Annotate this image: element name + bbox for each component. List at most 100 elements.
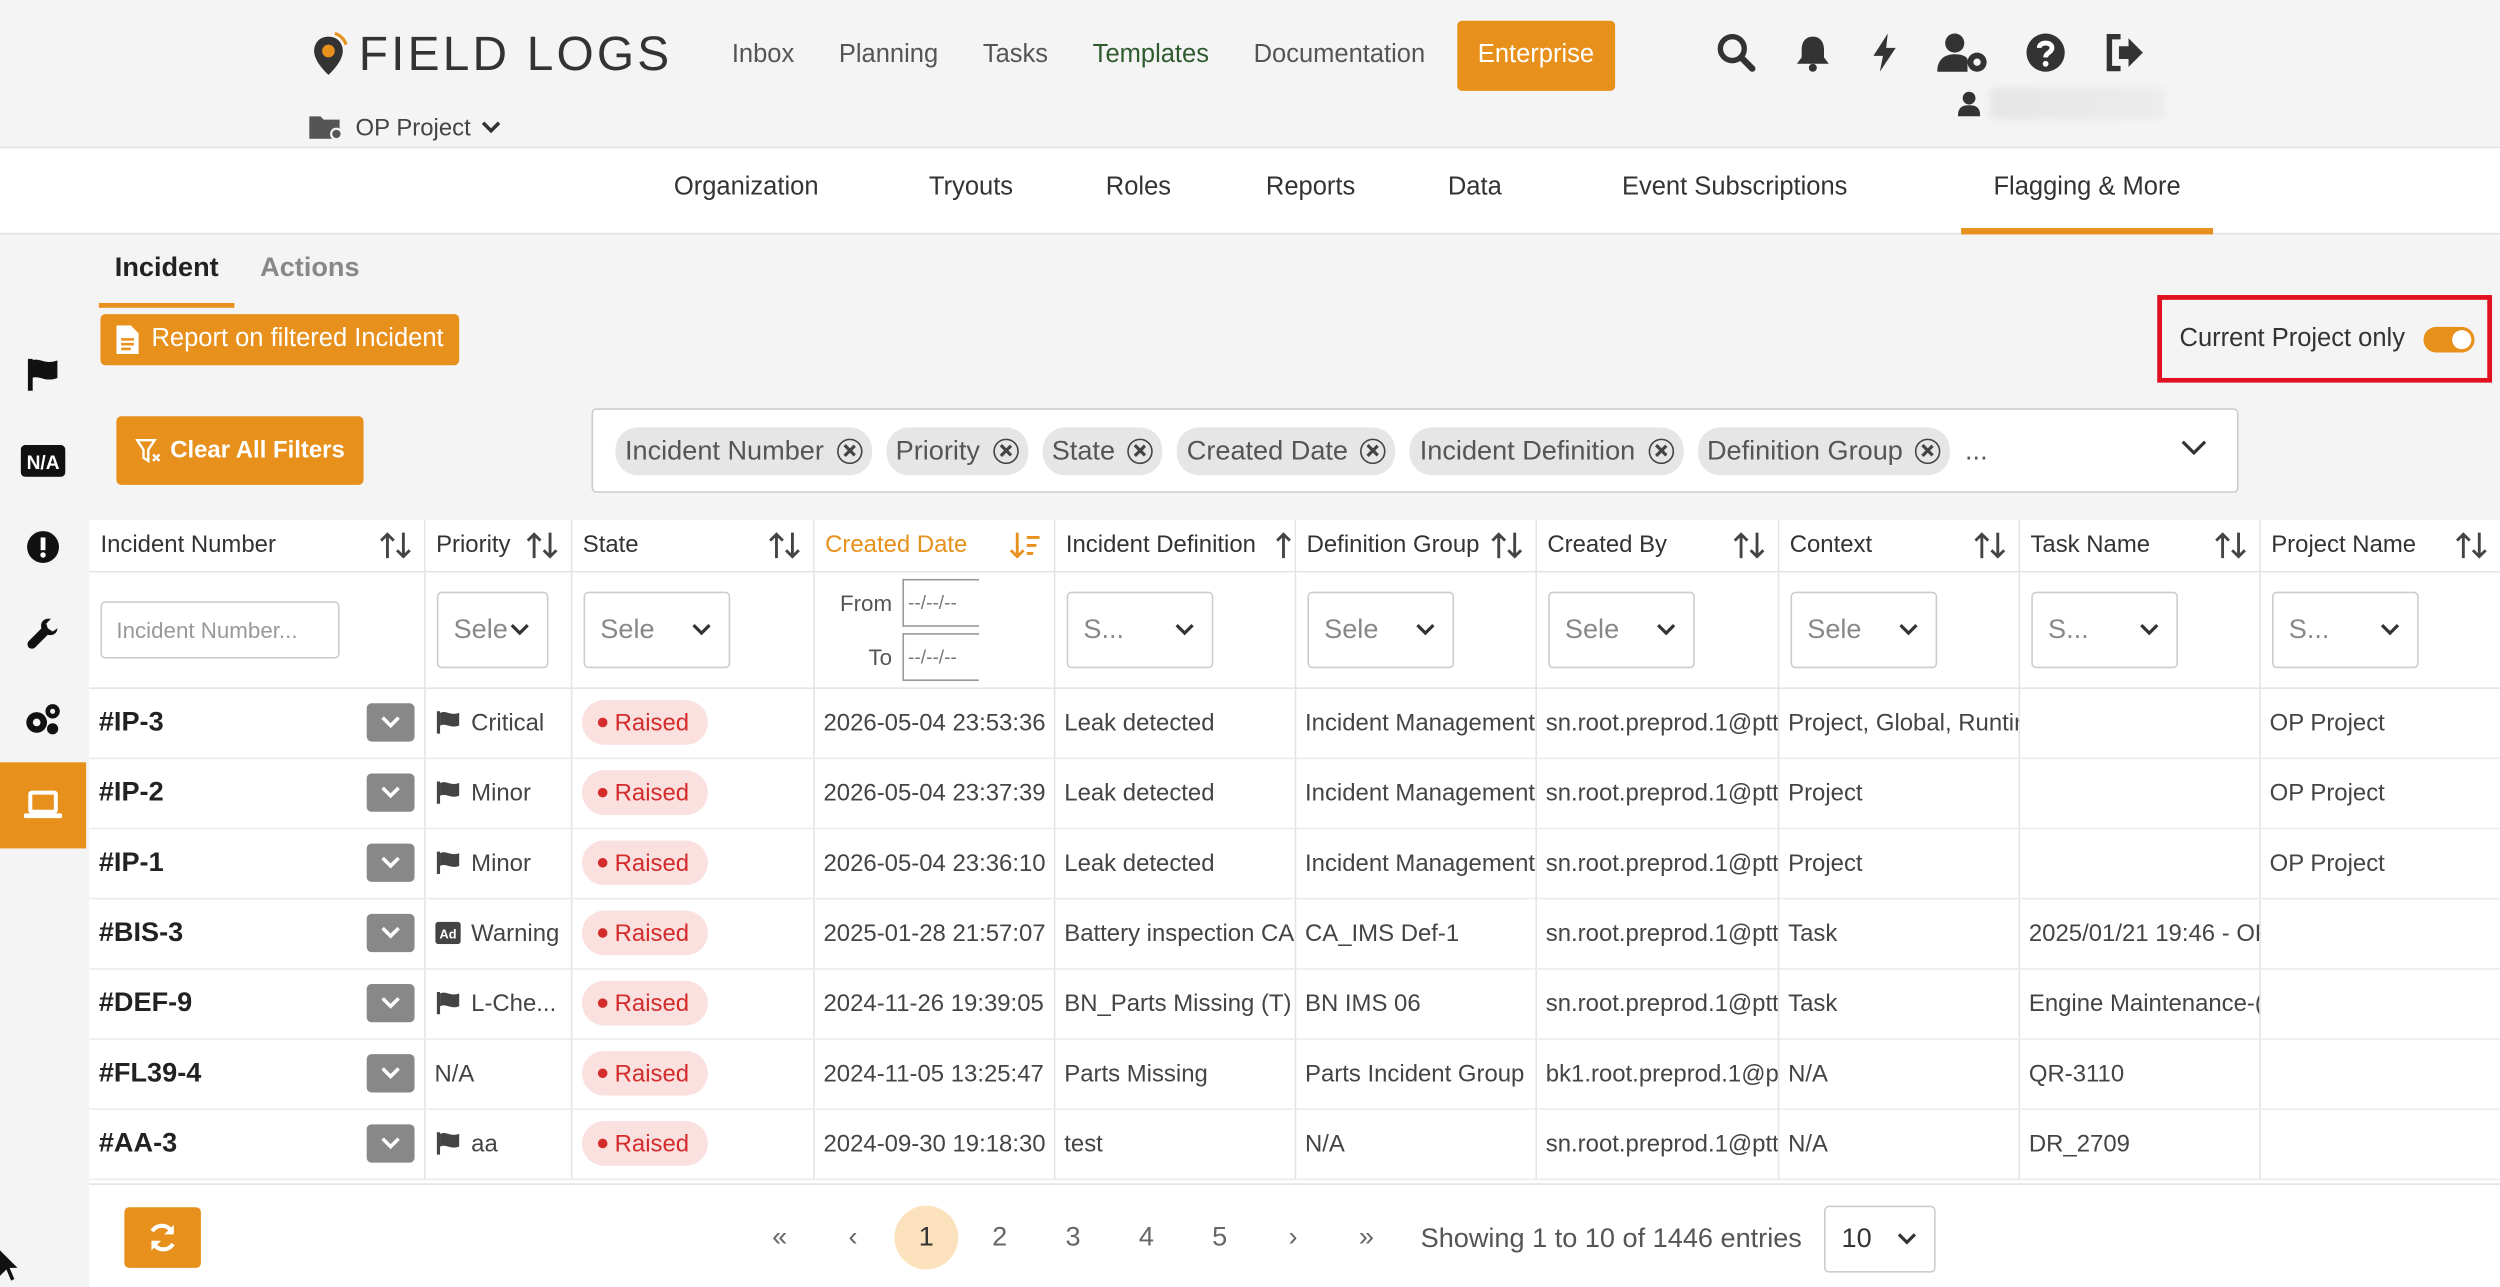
search-icon[interactable] (1716, 32, 1757, 73)
cell-incident-number[interactable]: #IP-1 (89, 827, 425, 899)
chip-priority[interactable]: Priority (886, 426, 1028, 475)
subnav-data[interactable]: Data (1441, 148, 1508, 234)
col-definition-group[interactable]: Definition Group (1294, 519, 1537, 572)
remove-chip-icon[interactable] (1915, 437, 1942, 464)
sort-icon[interactable] (379, 531, 411, 560)
sort-asc-icon[interactable] (1275, 531, 1291, 560)
cell-incident-number[interactable]: #FL39-4 (89, 1038, 425, 1110)
incident-id[interactable]: #DEF-9 (99, 987, 192, 1019)
column-chips-select[interactable]: Incident Number Priority State Created D… (591, 408, 2239, 493)
sidebar-alert[interactable] (0, 504, 86, 590)
table-row[interactable]: #BIS-3 Ad Warning Raised 2025-01-28 21:57:07… (89, 897, 2500, 969)
sidebar-na[interactable]: N/A (0, 418, 86, 504)
incident-id[interactable]: #IP-3 (99, 706, 164, 738)
incident-id[interactable]: #IP-1 (99, 847, 164, 879)
next-page-button[interactable]: › (1256, 1206, 1329, 1270)
table-row[interactable]: #IP-2 Minor Raised 2026-05-04 23:37:39 Leak … (89, 757, 2500, 829)
cell-incident-number[interactable]: #AA-3 (89, 1108, 425, 1180)
sort-desc-icon[interactable] (1008, 531, 1040, 560)
subnav-reports[interactable]: Reports (1258, 148, 1363, 234)
sort-icon[interactable] (2455, 531, 2487, 560)
table-row[interactable]: #FL39-4 N/A Raised 2024-11-05 13:25:47 Parts… (89, 1038, 2500, 1110)
lightning-icon[interactable] (1869, 32, 1901, 73)
logout-icon[interactable] (2103, 32, 2144, 73)
user-settings-icon[interactable] (1937, 32, 1988, 73)
nav-inbox[interactable]: Inbox (710, 21, 817, 91)
subnav-organization[interactable]: Organization (666, 148, 825, 234)
subnav-flagging-more[interactable]: Flagging & More (1961, 148, 2214, 235)
context-filter-select[interactable]: Sele (1789, 590, 1937, 668)
sidebar-settings[interactable] (0, 676, 86, 762)
remove-chip-icon[interactable] (1127, 437, 1154, 464)
table-row[interactable]: #DEF-9 L-Che... Raised 2024-11-26 19:39:05 B… (89, 968, 2500, 1040)
sort-icon[interactable] (1490, 531, 1522, 560)
remove-chip-icon[interactable] (1360, 437, 1387, 464)
logo[interactable]: FIELD LOGS (308, 29, 673, 83)
col-priority[interactable]: Priority (424, 519, 572, 572)
help-icon[interactable] (2025, 32, 2066, 73)
page-4[interactable]: 4 (1110, 1206, 1183, 1270)
sidebar-desktop[interactable] (0, 762, 87, 849)
col-state[interactable]: State (570, 519, 814, 572)
sort-icon[interactable] (525, 531, 557, 560)
sort-icon[interactable] (768, 531, 800, 560)
subnav-event-subscriptions[interactable]: Event Subscriptions (1610, 148, 1859, 234)
chip-created-date[interactable]: Created Date (1177, 426, 1396, 475)
sidebar-tools[interactable] (0, 590, 86, 676)
incident-id[interactable]: #AA-3 (99, 1128, 177, 1160)
tab-actions[interactable]: Actions (244, 236, 375, 308)
project-filter-select[interactable]: S... (2271, 590, 2418, 668)
clear-all-filters-button[interactable]: Clear All Filters (116, 416, 364, 485)
chevron-down-icon[interactable] (2180, 437, 2209, 459)
date-to-input[interactable]: --/--/-- (901, 632, 979, 681)
cell-incident-number[interactable]: #BIS-3 (89, 897, 425, 969)
chip-incident-number[interactable]: Incident Number (615, 426, 872, 475)
nav-planning[interactable]: Planning (817, 21, 961, 91)
tab-incident[interactable]: Incident (98, 236, 235, 308)
cell-incident-number[interactable]: #IP-2 (89, 757, 425, 829)
report-filtered-button[interactable]: Report on filtered Incident (100, 314, 460, 366)
date-from-input[interactable]: --/--/-- (901, 578, 979, 626)
sort-icon[interactable] (2214, 531, 2246, 560)
incident-number-filter-input[interactable]: Incident Number... (100, 600, 340, 658)
sort-icon[interactable] (1732, 531, 1764, 560)
col-created-by[interactable]: Created By (1535, 519, 1779, 572)
row-actions-button[interactable] (365, 913, 414, 953)
page-3[interactable]: 3 (1036, 1206, 1109, 1270)
task-filter-select[interactable]: S... (2030, 590, 2178, 668)
chip-definition-group[interactable]: Definition Group (1697, 426, 1951, 475)
table-row[interactable]: #AA-3 aa Raised 2024-09-30 19:18:30 test N/A s… (89, 1108, 2500, 1180)
last-page-button[interactable]: » (1330, 1206, 1403, 1270)
col-context[interactable]: Context (1777, 519, 2020, 572)
current-project-toggle[interactable] (2424, 326, 2476, 352)
refresh-button[interactable] (124, 1207, 201, 1268)
priority-filter-select[interactable]: Sele (436, 590, 548, 668)
col-incident-definition[interactable]: Incident Definition (1053, 519, 1296, 572)
first-page-button[interactable]: « (743, 1206, 816, 1270)
table-row[interactable]: #IP-1 Minor Raised 2026-05-04 23:36:10 Leak … (89, 827, 2500, 899)
definition-filter-select[interactable]: S... (1065, 590, 1213, 668)
col-incident-number[interactable]: Incident Number (89, 519, 425, 572)
page-5[interactable]: 5 (1183, 1206, 1256, 1270)
col-created-date[interactable]: Created Date (813, 519, 1055, 572)
row-actions-button[interactable] (365, 1124, 414, 1163)
cell-incident-number[interactable]: #IP-3 (89, 687, 425, 759)
row-actions-button[interactable] (365, 983, 414, 1023)
row-actions-button[interactable] (365, 703, 414, 742)
remove-chip-icon[interactable] (836, 437, 863, 464)
page-2[interactable]: 2 (963, 1206, 1036, 1270)
prev-page-button[interactable]: ‹ (816, 1206, 889, 1270)
incident-id[interactable]: #BIS-3 (99, 917, 183, 949)
group-filter-select[interactable]: Sele (1306, 590, 1454, 668)
sort-icon[interactable] (1973, 531, 2005, 560)
user-info[interactable] (1957, 87, 2166, 120)
table-row[interactable]: #IP-3 Critical Raised 2026-05-04 23:53:36 Le… (89, 687, 2500, 759)
page-size-select[interactable]: 10 (1823, 1205, 1936, 1273)
subnav-roles[interactable]: Roles (1102, 148, 1175, 234)
enterprise-button[interactable]: Enterprise (1457, 20, 1615, 91)
bell-icon[interactable] (1794, 32, 1832, 73)
incident-id[interactable]: #FL39-4 (99, 1057, 201, 1089)
nav-tasks[interactable]: Tasks (961, 21, 1071, 91)
row-actions-button[interactable] (365, 843, 414, 882)
nav-templates[interactable]: Templates (1070, 21, 1231, 91)
